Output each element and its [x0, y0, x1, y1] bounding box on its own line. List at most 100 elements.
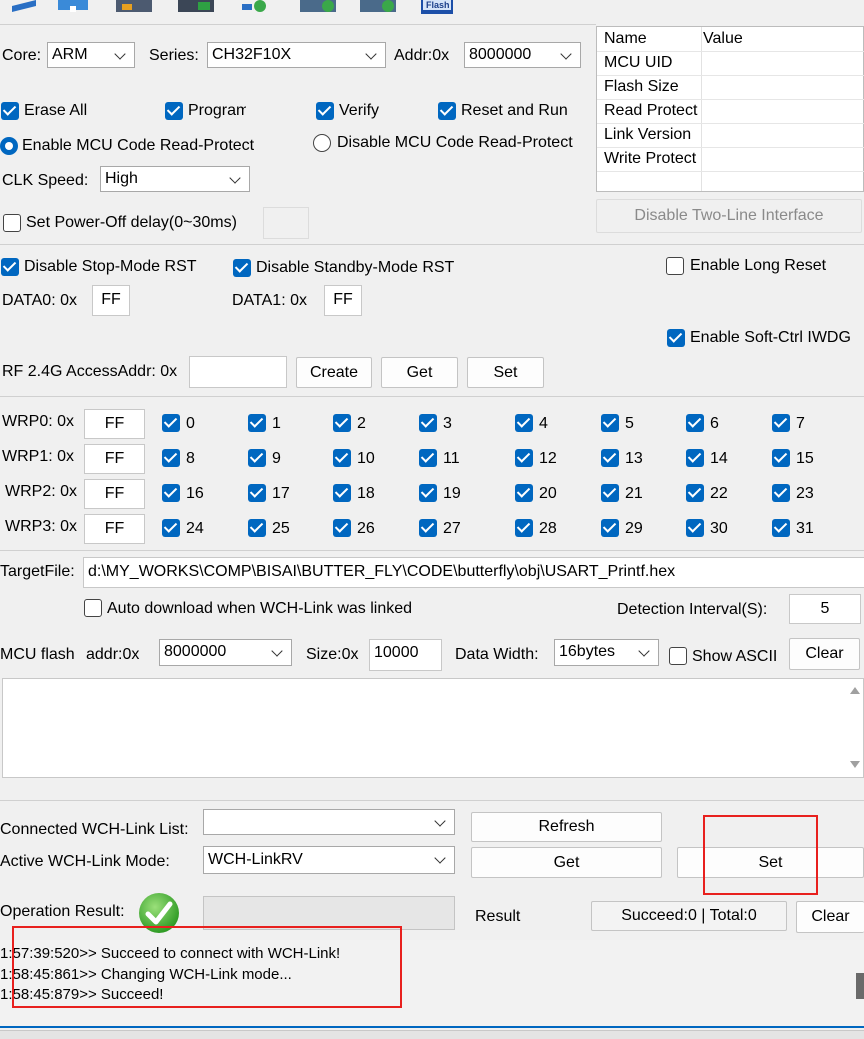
wrp-bit-checkbox[interactable]	[162, 484, 180, 502]
clk-speed-select[interactable]: High	[100, 166, 250, 192]
wrp-bit-checkbox[interactable]	[601, 484, 619, 502]
auto-download-label: Auto download when WCH-Link was linked	[107, 600, 413, 617]
addr-select[interactable]: 8000000	[464, 42, 581, 68]
wrp-bit-checkbox[interactable]	[772, 519, 790, 537]
wrp-bit-checkbox[interactable]	[162, 519, 180, 537]
wrp-bit-checkbox[interactable]	[333, 449, 351, 467]
table-row[interactable]: Flash Size	[597, 75, 864, 100]
wrp-bit-checkbox[interactable]	[248, 519, 266, 537]
section-separator	[0, 800, 864, 801]
table-row[interactable]: Read Protect	[597, 99, 864, 124]
verify-icon[interactable]	[240, 0, 272, 14]
table-row[interactable]: Write Protect	[597, 147, 864, 172]
wrp-bit-checkbox[interactable]	[601, 519, 619, 537]
wrp-bit-checkbox[interactable]	[601, 414, 619, 432]
verify-checkbox[interactable]	[316, 102, 334, 120]
wrp-bit-checkbox[interactable]	[515, 484, 533, 502]
wrp-bit-checkbox[interactable]	[772, 484, 790, 502]
core-select[interactable]: ARM	[47, 42, 135, 68]
log-scrollbar-thumb[interactable]	[856, 973, 864, 999]
show-ascii-checkbox[interactable]	[669, 647, 687, 665]
addr-label: Addr:0x	[394, 47, 450, 64]
power-off-checkbox[interactable]	[3, 214, 21, 232]
wrp-bit-checkbox[interactable]	[515, 414, 533, 432]
wrp-bit-checkbox[interactable]	[686, 414, 704, 432]
flash-addr-select[interactable]: 8000000	[159, 639, 292, 666]
rf-create-button[interactable]: Create	[296, 357, 372, 388]
data-width-select[interactable]: 16bytes	[554, 639, 659, 666]
scroll-up-icon[interactable]	[850, 687, 860, 694]
data0-input[interactable]: FF	[92, 285, 130, 316]
header-name: Name	[604, 30, 647, 47]
wrp-value-input[interactable]: FF	[84, 514, 145, 544]
wrp-bit-checkbox[interactable]	[333, 414, 351, 432]
auto-download-checkbox[interactable]	[84, 599, 102, 617]
flash-icon[interactable]: Flash	[420, 0, 453, 14]
download-icon[interactable]	[176, 0, 214, 14]
flash-data-view[interactable]	[2, 678, 864, 778]
section-separator	[0, 244, 864, 245]
wrp-bit-checkbox[interactable]	[333, 484, 351, 502]
wrp-bit-checkbox[interactable]	[686, 519, 704, 537]
wrp-value-input[interactable]: FF	[84, 409, 145, 439]
wrp-bit-checkbox[interactable]	[515, 519, 533, 537]
wrp-bit-checkbox[interactable]	[248, 449, 266, 467]
annotation-box-log	[12, 926, 402, 1008]
wrp-bit-checkbox[interactable]	[772, 449, 790, 467]
chevron-down-icon	[434, 847, 448, 871]
power-off-delay-input[interactable]	[263, 207, 309, 239]
disable-standby-rst-checkbox[interactable]	[233, 259, 251, 277]
rf-set-button[interactable]: Set	[467, 357, 544, 388]
wrp-value-input[interactable]: FF	[84, 479, 145, 509]
program-checkbox[interactable]	[165, 102, 183, 120]
wrp-value-input[interactable]: FF	[84, 444, 145, 474]
wrp-bit-checkbox[interactable]	[601, 449, 619, 467]
data1-input[interactable]: FF	[324, 285, 362, 316]
wrp-bit-checkbox[interactable]	[419, 414, 437, 432]
refresh-button[interactable]: Refresh	[471, 812, 662, 842]
flash-size-input[interactable]: 10000	[369, 639, 442, 671]
series-select[interactable]: CH32F10X	[207, 42, 386, 68]
wrp-bit-checkbox[interactable]	[686, 449, 704, 467]
scroll-down-icon[interactable]	[850, 761, 860, 768]
flash-clear-button[interactable]: Clear	[789, 638, 860, 670]
soft-iwdg-checkbox[interactable]	[667, 329, 685, 347]
target-file-input[interactable]: d:\MY_WORKS\COMP\BISAI\BUTTER_FLY\CODE\b…	[83, 557, 864, 588]
rf-get-button[interactable]: Get	[381, 357, 458, 388]
usb-icon[interactable]	[56, 0, 94, 14]
chip-icon[interactable]	[8, 0, 40, 14]
rf-access-input[interactable]	[189, 356, 287, 388]
wrp-bit-checkbox[interactable]	[248, 414, 266, 432]
link-get-button[interactable]: Get	[471, 847, 662, 878]
table-row[interactable]: Link Version	[597, 123, 864, 148]
reset-run-checkbox[interactable]	[438, 102, 456, 120]
connected-link-select[interactable]	[203, 809, 455, 835]
folder-icon[interactable]	[114, 0, 152, 14]
wrp-bit-checkbox[interactable]	[162, 449, 180, 467]
table-row[interactable]: MCU UID	[597, 51, 864, 76]
chevron-down-icon	[365, 43, 379, 67]
soft-iwdg-label: Enable Soft-Ctrl IWDG	[690, 329, 851, 346]
log-clear-button[interactable]: Clear	[796, 901, 864, 933]
wrp-bit-checkbox[interactable]	[419, 519, 437, 537]
disable-two-line-button[interactable]: Disable Two-Line Interface	[596, 199, 862, 233]
erase-icon[interactable]	[298, 0, 336, 14]
wrp-bit-checkbox[interactable]	[686, 484, 704, 502]
wrp-bit-checkbox[interactable]	[772, 414, 790, 432]
wrp-bit-checkbox[interactable]	[419, 449, 437, 467]
gear-icon[interactable]	[358, 0, 396, 14]
long-reset-checkbox[interactable]	[666, 257, 684, 275]
detection-interval-input[interactable]: 5	[789, 594, 861, 624]
erase-all-checkbox[interactable]	[1, 102, 19, 120]
enable-protect-radio[interactable]	[0, 137, 18, 155]
wrp-bit-checkbox[interactable]	[419, 484, 437, 502]
verify-label: Verify	[339, 102, 380, 119]
wrp-bit-checkbox[interactable]	[515, 449, 533, 467]
link-mode-select[interactable]: WCH-LinkRV	[203, 846, 455, 874]
disable-protect-radio[interactable]	[313, 134, 331, 152]
wrp-bit-checkbox[interactable]	[162, 414, 180, 432]
disable-stop-rst-checkbox[interactable]	[1, 258, 19, 276]
vertical-scrollbar[interactable]	[847, 679, 863, 777]
wrp-bit-checkbox[interactable]	[333, 519, 351, 537]
wrp-bit-checkbox[interactable]	[248, 484, 266, 502]
